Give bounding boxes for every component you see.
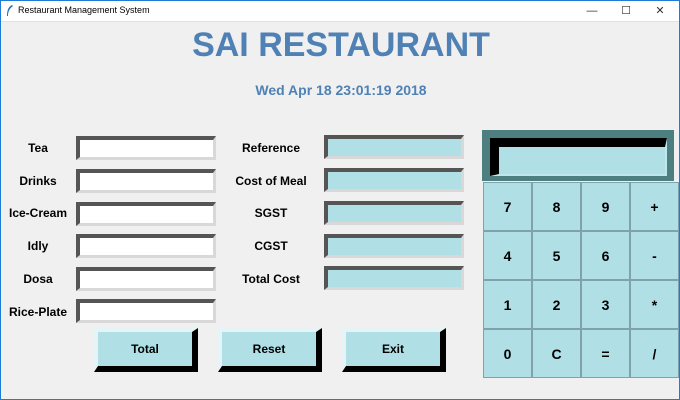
sgst-field[interactable]	[324, 201, 464, 225]
label-drinks: Drinks	[19, 174, 57, 188]
calc-button-9[interactable]: 9	[581, 182, 630, 231]
label-ice-cream: Ice-Cream	[8, 206, 68, 220]
dosa-quantity-field[interactable]	[76, 267, 216, 291]
calc-button-0[interactable]: 0	[483, 329, 532, 378]
label-dosa: Dosa	[23, 272, 53, 286]
cgst-field[interactable]	[324, 234, 464, 258]
app-window: Restaurant Management System — ☐ ✕ SAI R…	[0, 0, 680, 400]
calc-button-minus[interactable]: -	[630, 231, 679, 280]
calc-button-2[interactable]: 2	[532, 280, 581, 329]
tea-quantity-field[interactable]	[76, 136, 216, 160]
total-cost-field[interactable]	[324, 266, 464, 290]
calc-button-clear[interactable]: C	[532, 329, 581, 378]
calc-button-equals[interactable]: =	[581, 329, 630, 378]
reset-button[interactable]: Reset	[218, 328, 322, 372]
cost-of-meal-field[interactable]	[324, 168, 464, 192]
label-idly: Idly	[27, 239, 49, 253]
calc-button-4[interactable]: 4	[483, 231, 532, 280]
label-total-cost: Total Cost	[242, 272, 300, 286]
calc-button-divide[interactable]: /	[630, 329, 679, 378]
calc-button-1[interactable]: 1	[483, 280, 532, 329]
calc-button-multiply[interactable]: *	[630, 280, 679, 329]
label-sgst: SGST	[254, 206, 288, 220]
title-bar: Restaurant Management System — ☐ ✕	[1, 1, 679, 22]
exit-button[interactable]: Exit	[342, 328, 446, 372]
calc-button-6[interactable]: 6	[581, 231, 630, 280]
label-reference: Reference	[241, 141, 301, 155]
calc-button-plus[interactable]: +	[630, 182, 679, 231]
minimize-icon[interactable]: —	[575, 1, 609, 21]
calc-button-5[interactable]: 5	[532, 231, 581, 280]
idly-quantity-field[interactable]	[76, 234, 216, 258]
maximize-icon[interactable]: ☐	[609, 1, 643, 21]
label-cost-of-meal: Cost of Meal	[235, 174, 307, 188]
datetime-display: Wed Apr 18 23:01:19 2018	[255, 82, 427, 98]
restaurant-title: SAI RESTAURANT	[192, 26, 490, 64]
calc-button-7[interactable]: 7	[483, 182, 532, 231]
reference-field[interactable]	[324, 135, 464, 159]
feather-icon	[7, 5, 13, 16]
label-cgst: CGST	[254, 239, 288, 253]
close-icon[interactable]: ✕	[643, 1, 677, 21]
calc-button-8[interactable]: 8	[532, 182, 581, 231]
drinks-quantity-field[interactable]	[76, 169, 216, 193]
calculator-display[interactable]	[490, 138, 667, 176]
label-tea: Tea	[28, 141, 48, 155]
label-rice-plate: Rice-Plate	[8, 305, 68, 319]
rice-plate-quantity-field[interactable]	[76, 299, 216, 323]
total-button[interactable]: Total	[94, 328, 198, 372]
calc-button-3[interactable]: 3	[581, 280, 630, 329]
ice-cream-quantity-field[interactable]	[76, 202, 216, 226]
window-title: Restaurant Management System	[18, 5, 150, 15]
